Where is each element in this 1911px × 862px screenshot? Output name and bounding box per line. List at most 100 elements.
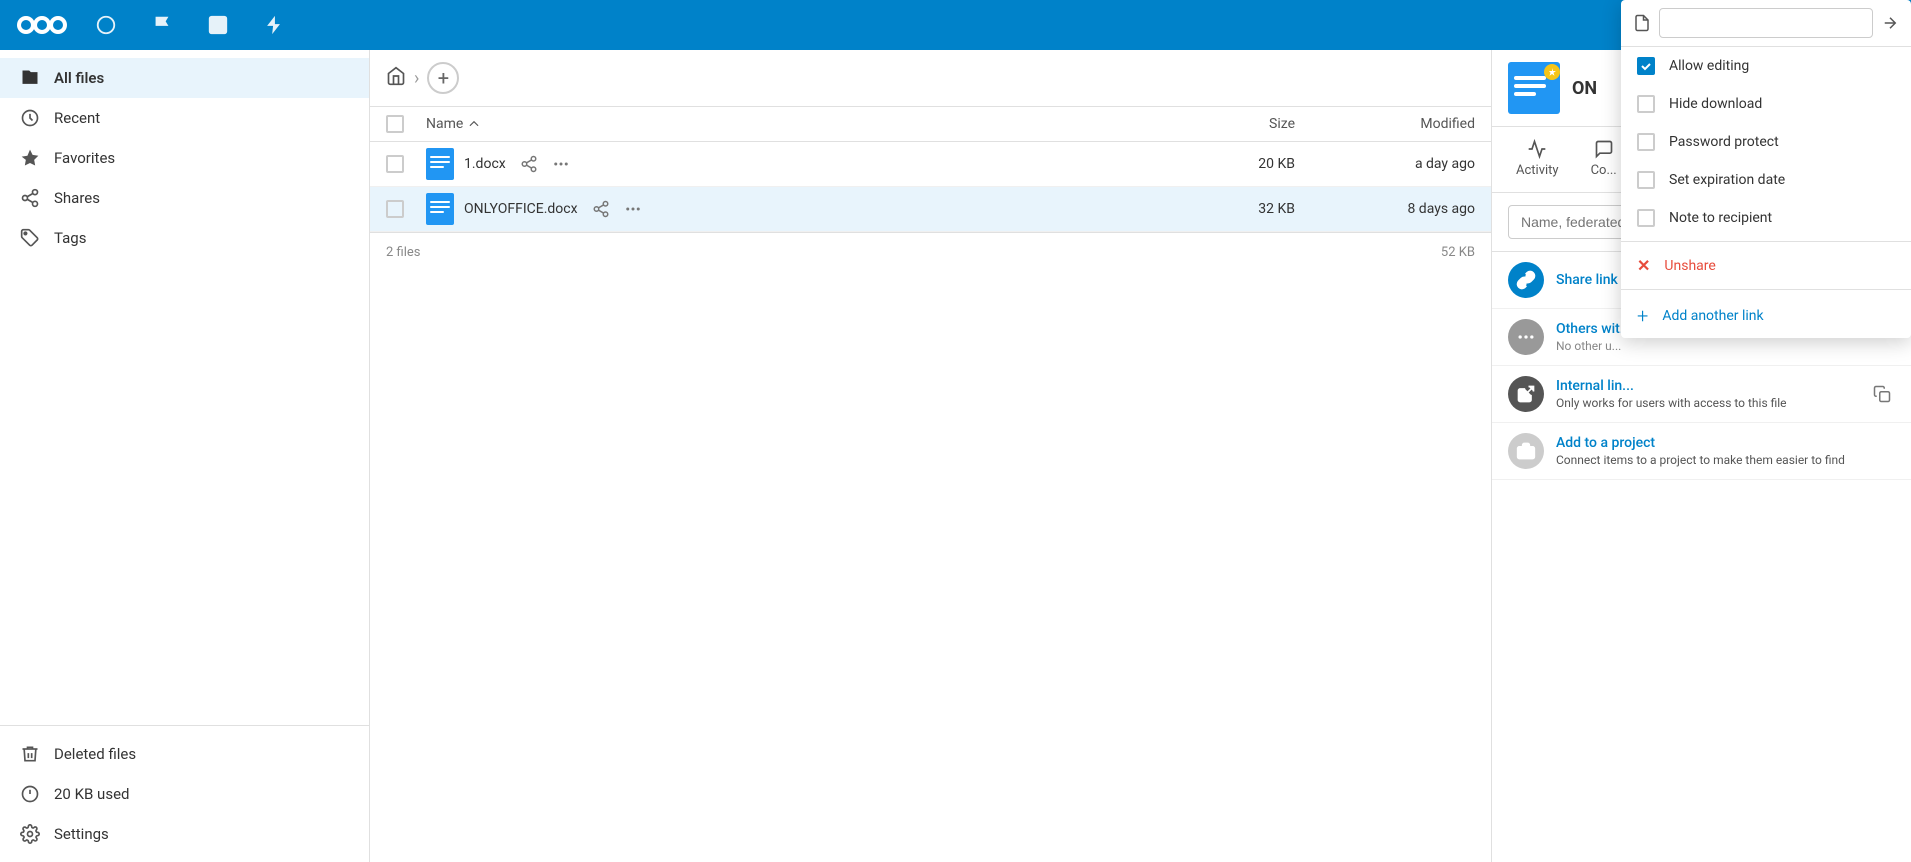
file-name-cell-1: 1.docx <box>426 148 1175 180</box>
file-size-2: 32 KB <box>1175 201 1295 217</box>
sidebar-item-deleted-files[interactable]: Deleted files <box>0 734 369 774</box>
tab-comments-label: Co... <box>1591 163 1617 178</box>
share-options-dropdown: Allow editing Hide download Password pro… <box>1621 0 1911 338</box>
add-project-title: Add to a project <box>1556 435 1895 451</box>
sidebar-bottom: Deleted files 20 KB used Settings <box>0 725 369 854</box>
dropdown-item-hide-download[interactable]: Hide download <box>1621 85 1911 123</box>
sidebar-item-all-files[interactable]: All files <box>0 58 369 98</box>
dropdown-link-name-input[interactable] <box>1659 8 1873 38</box>
file-1-actions <box>516 151 574 177</box>
sidebar-item-tags[interactable]: Tags <box>0 218 369 258</box>
table-footer: 2 files 52 KB <box>370 232 1491 272</box>
column-modified[interactable]: Modified <box>1295 116 1475 132</box>
hide-download-checkbox[interactable] <box>1637 95 1655 113</box>
internal-link-title: Internal lin... <box>1556 378 1857 394</box>
file-checkbox-2[interactable] <box>386 200 426 218</box>
note-to-recipient-label: Note to recipient <box>1669 210 1772 226</box>
file-modified-1: a day ago <box>1295 156 1475 172</box>
file-count: 2 files <box>386 245 421 260</box>
sidebar-label-deleted-files: Deleted files <box>54 745 136 763</box>
dropdown-search-row <box>1621 0 1911 47</box>
unshare-icon: ✕ <box>1637 256 1650 275</box>
breadcrumb-separator: › <box>414 68 419 89</box>
sidebar-item-storage[interactable]: 20 KB used <box>0 774 369 814</box>
table-row: ONLYOFFICE.docx 32 KB 8 days ago <box>370 187 1491 232</box>
allow-editing-label: Allow editing <box>1669 58 1749 74</box>
add-another-link-label: Add another link <box>1662 308 1763 324</box>
add-link-icon: + <box>1637 304 1648 328</box>
sidebar-label-tags: Tags <box>54 229 86 247</box>
sidebar-label-favorites: Favorites <box>54 149 115 167</box>
note-to-recipient-checkbox[interactable] <box>1637 209 1655 227</box>
file-name-2[interactable]: ONLYOFFICE.docx <box>464 201 578 217</box>
internal-link-item[interactable]: Internal lin... Only works for users wit… <box>1492 366 1911 423</box>
file-modified-2: 8 days ago <box>1295 201 1475 217</box>
flag-icon[interactable] <box>144 7 180 43</box>
internal-link-text: Internal lin... Only works for users wit… <box>1556 378 1857 410</box>
dropdown-item-allow-editing[interactable]: Allow editing <box>1621 47 1911 85</box>
unshare-label: Unshare <box>1664 258 1715 274</box>
circle-icon[interactable] <box>88 7 124 43</box>
sidebar-label-storage: 20 KB used <box>54 785 129 803</box>
home-breadcrumb[interactable] <box>386 66 406 90</box>
add-file-button[interactable]: + <box>427 62 459 94</box>
sidebar-label-settings: Settings <box>54 825 109 843</box>
set-expiration-label: Set expiration date <box>1669 172 1785 188</box>
file-2-actions <box>588 196 646 222</box>
sidebar-item-recent[interactable]: Recent <box>0 98 369 138</box>
table-row: 1.docx 20 KB a day ago <box>370 142 1491 187</box>
others-subtitle: No other u... <box>1556 339 1895 353</box>
document-icon <box>1633 14 1651 32</box>
dropdown-divider-1 <box>1621 241 1911 242</box>
tab-activity[interactable]: Activity <box>1500 127 1575 192</box>
docx-icon-2 <box>426 193 454 225</box>
password-protect-checkbox[interactable] <box>1637 133 1655 151</box>
share-panel-file-icon <box>1508 62 1560 114</box>
project-icon <box>1508 433 1544 469</box>
others-icon <box>1508 319 1544 355</box>
share-button-2[interactable] <box>588 196 614 222</box>
app-logo[interactable] <box>16 9 68 41</box>
dropdown-item-add-another-link[interactable]: + Add another link <box>1621 294 1911 338</box>
file-size-1: 20 KB <box>1175 156 1295 172</box>
column-name[interactable]: Name <box>426 116 1175 132</box>
allow-editing-checkbox[interactable] <box>1637 57 1655 75</box>
more-button-1[interactable] <box>548 151 574 177</box>
column-size[interactable]: Size <box>1175 116 1295 132</box>
select-all-checkbox[interactable] <box>386 115 426 133</box>
set-expiration-checkbox[interactable] <box>1637 171 1655 189</box>
more-button-2[interactable] <box>620 196 646 222</box>
sidebar-label-all-files: All files <box>54 69 104 87</box>
sidebar-label-shares: Shares <box>54 189 100 207</box>
tab-activity-label: Activity <box>1516 163 1559 178</box>
dropdown-item-password-protect[interactable]: Password protect <box>1621 123 1911 161</box>
image-icon[interactable] <box>200 7 236 43</box>
sidebar: All files Recent Favorites Shares Tags D… <box>0 50 370 862</box>
table-header: Name Size Modified <box>370 107 1491 142</box>
add-project-text: Add to a project Connect items to a proj… <box>1556 435 1895 467</box>
share-link-icon <box>1508 262 1544 298</box>
add-project-item[interactable]: Add to a project Connect items to a proj… <box>1492 423 1911 480</box>
internal-link-icon <box>1508 376 1544 412</box>
share-button-1[interactable] <box>516 151 542 177</box>
dropdown-item-set-expiration[interactable]: Set expiration date <box>1621 161 1911 199</box>
dropdown-item-note-to-recipient[interactable]: Note to recipient <box>1621 199 1911 237</box>
dropdown-search-submit[interactable] <box>1881 14 1899 32</box>
file-checkbox-1[interactable] <box>386 155 426 173</box>
file-table: Name Size Modified <box>370 107 1491 862</box>
file-name-cell-2: ONLYOFFICE.docx <box>426 193 1175 225</box>
copy-internal-link-button[interactable] <box>1869 381 1895 407</box>
sidebar-item-settings[interactable]: Settings <box>0 814 369 854</box>
dropdown-divider-2 <box>1621 289 1911 290</box>
file-name-1[interactable]: 1.docx <box>464 156 506 172</box>
password-protect-label: Password protect <box>1669 134 1779 150</box>
breadcrumb-bar: › + <box>370 50 1491 107</box>
internal-link-subtitle: Only works for users with access to this… <box>1556 396 1857 410</box>
dropdown-item-unshare[interactable]: ✕ Unshare <box>1621 246 1911 285</box>
sidebar-label-recent: Recent <box>54 109 100 127</box>
docx-icon-1 <box>426 148 454 180</box>
sidebar-item-shares[interactable]: Shares <box>0 178 369 218</box>
sidebar-item-favorites[interactable]: Favorites <box>0 138 369 178</box>
total-size: 52 KB <box>1441 245 1475 260</box>
bolt-icon[interactable] <box>256 7 292 43</box>
